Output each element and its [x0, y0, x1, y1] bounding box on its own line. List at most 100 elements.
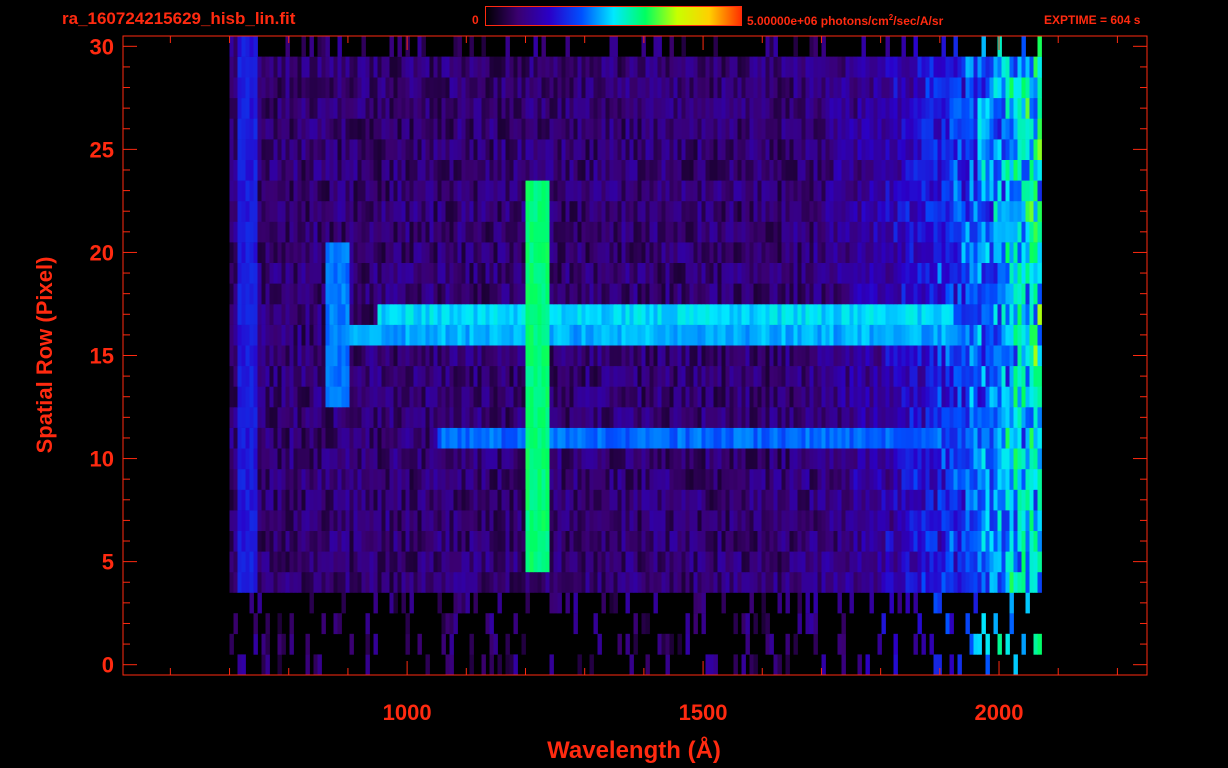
heatmap-cell — [989, 386, 994, 408]
heatmap-cell — [341, 159, 346, 181]
heatmap-cell — [353, 283, 358, 305]
heatmap-cell — [413, 551, 418, 573]
heatmap-cell — [957, 200, 962, 222]
heatmap-cell — [229, 489, 234, 511]
heatmap-cell — [417, 118, 422, 140]
heatmap-cell — [853, 159, 858, 181]
heatmap-cell — [929, 448, 934, 470]
heatmap-cell — [557, 427, 562, 449]
heatmap-cell — [373, 633, 378, 655]
heatmap-cell — [253, 448, 258, 470]
heatmap-cell — [909, 283, 914, 305]
heatmap-cell — [621, 448, 626, 470]
heatmap-cell — [585, 345, 590, 367]
heatmap-cell — [393, 468, 398, 490]
heatmap-cell — [349, 221, 354, 243]
heatmap-cell — [845, 365, 850, 387]
heatmap-cell — [585, 386, 590, 408]
heatmap-cell — [693, 304, 698, 325]
heatmap-cell — [265, 633, 270, 655]
heatmap-cell — [613, 159, 618, 181]
heatmap-cell — [549, 427, 554, 449]
heatmap-cell — [605, 324, 610, 346]
heatmap-cell — [813, 180, 818, 202]
heatmap-cell — [405, 345, 410, 367]
heatmap-cell — [497, 386, 502, 408]
heatmap-cell — [405, 139, 410, 160]
heatmap-cell — [321, 468, 326, 490]
heatmap-cell — [697, 97, 702, 119]
heatmap-cell — [753, 613, 758, 635]
heatmap-cell — [925, 139, 930, 160]
heatmap-cell — [773, 386, 778, 408]
heatmap-cell — [497, 324, 502, 346]
heatmap-cell — [653, 262, 658, 284]
heatmap-cell — [681, 571, 686, 593]
heatmap-cell — [921, 365, 926, 387]
heatmap-cell — [565, 139, 570, 160]
heatmap-cell — [273, 200, 278, 222]
heatmap-cell — [681, 510, 686, 531]
heatmap-cell — [657, 427, 662, 449]
heatmap-cell — [565, 407, 570, 428]
heatmap-cell — [849, 200, 854, 222]
heatmap-cell — [861, 510, 866, 531]
heatmap-cell — [657, 551, 662, 573]
heatmap-cell — [697, 489, 702, 511]
heatmap-cell — [733, 283, 738, 305]
heatmap-cell — [941, 118, 946, 140]
heatmap-cell — [981, 283, 986, 305]
heatmap-cell — [617, 262, 622, 284]
heatmap-cell — [305, 283, 310, 305]
heatmap-cell — [577, 304, 582, 325]
heatmap-cell — [857, 345, 862, 367]
heatmap-cell — [305, 654, 310, 676]
heatmap-cell — [481, 262, 486, 284]
heatmap-cell — [629, 180, 634, 202]
heatmap-cell — [977, 324, 982, 346]
heatmap-cell — [853, 551, 858, 573]
heatmap-cell — [953, 530, 958, 552]
heatmap-cell — [357, 283, 362, 305]
heatmap-cell — [417, 345, 422, 367]
heatmap-cell — [793, 242, 798, 263]
heatmap-cell — [769, 304, 774, 325]
heatmap-cell — [1029, 365, 1034, 387]
heatmap-cell — [549, 407, 554, 428]
heatmap-cell — [621, 345, 626, 367]
heatmap-cell — [385, 365, 390, 387]
heatmap-cell — [821, 654, 826, 676]
heatmap-cell — [389, 180, 394, 202]
heatmap-cell — [893, 386, 898, 408]
heatmap-cell — [889, 242, 894, 263]
heatmap-cell — [657, 468, 662, 490]
heatmap-cell — [625, 510, 630, 531]
heatmap-cell — [365, 654, 370, 676]
heatmap-cell — [453, 510, 458, 531]
heatmap-cell — [633, 510, 638, 531]
heatmap-cell — [569, 97, 574, 119]
heatmap-cell — [537, 221, 542, 243]
heatmap-cell — [733, 118, 738, 140]
heatmap-cell — [345, 200, 350, 222]
heatmap-cell — [865, 262, 870, 284]
heatmap-cell — [709, 200, 714, 222]
heatmap-cell — [305, 489, 310, 511]
heatmap-cell — [553, 180, 558, 202]
heatmap-cell — [1033, 262, 1038, 284]
heatmap-cell — [317, 427, 322, 449]
heatmap-cell — [269, 180, 274, 202]
heatmap-cell — [465, 448, 470, 470]
heatmap-cell — [897, 139, 902, 160]
heatmap-cell — [813, 510, 818, 531]
heatmap-cell — [797, 427, 802, 449]
heatmap-cell — [313, 551, 318, 573]
heatmap-cell — [605, 200, 610, 222]
heatmap-cell — [313, 97, 318, 119]
heatmap-cell — [981, 468, 986, 490]
heatmap-cell — [673, 468, 678, 490]
heatmap-cell — [605, 97, 610, 119]
heatmap-cell — [309, 530, 314, 552]
heatmap-cell — [437, 180, 442, 202]
heatmap-cell — [729, 262, 734, 284]
